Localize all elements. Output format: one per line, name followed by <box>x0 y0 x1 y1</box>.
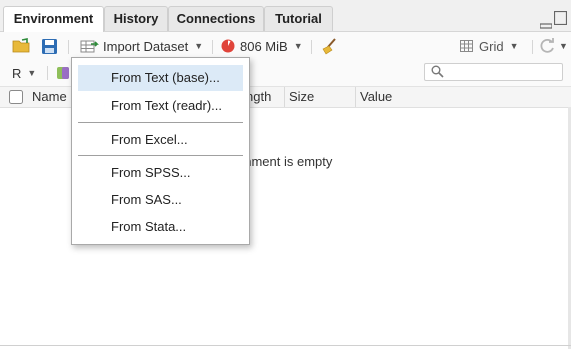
toolbar-separator <box>212 40 213 54</box>
save-icon[interactable] <box>41 32 58 60</box>
toolbar-separator <box>532 40 533 54</box>
refresh-icon[interactable]: ▼ <box>539 32 568 60</box>
menu-separator <box>78 122 243 123</box>
memory-usage-label: 806 MiB <box>240 38 288 54</box>
column-header-size[interactable]: Size <box>284 87 314 107</box>
import-dataset-label: Import Dataset <box>103 38 189 54</box>
open-folder-icon[interactable] <box>12 32 32 60</box>
toolbar-separator <box>47 66 48 80</box>
tab-tutorial[interactable]: Tutorial <box>264 6 333 31</box>
maximize-icon[interactable] <box>553 10 568 28</box>
menu-item-from-text-base[interactable]: From Text (base)... <box>78 65 243 91</box>
language-dropdown[interactable]: R ▼ <box>12 60 36 86</box>
memory-usage-dropdown[interactable]: 806 MiB ▼ <box>221 32 303 60</box>
menu-item-from-spss[interactable]: From SPSS... <box>78 160 243 186</box>
menu-separator <box>78 155 243 156</box>
view-grid-dropdown[interactable]: Grid ▼ <box>460 32 518 60</box>
search-input[interactable] <box>424 63 563 81</box>
empty-environment-message: onment is empty <box>237 154 333 169</box>
chevron-down-icon: ▼ <box>27 68 37 78</box>
column-header-name[interactable]: Name <box>28 87 67 107</box>
toolbar-separator <box>311 40 312 54</box>
menu-item-from-sas[interactable]: From SAS... <box>78 187 243 213</box>
environment-selector-icon[interactable] <box>56 60 70 86</box>
tab-history[interactable]: History <box>104 6 168 31</box>
bottom-border <box>0 345 571 346</box>
menu-item-from-stata[interactable]: From Stata... <box>78 214 243 240</box>
tab-environment[interactable]: Environment <box>3 6 104 32</box>
import-dataset-menu: From Text (base)... From Text (readr)...… <box>71 57 250 245</box>
menu-item-from-text-readr[interactable]: From Text (readr)... <box>78 93 243 119</box>
environment-pane: Environment History Connections Tutorial <box>0 0 571 349</box>
minimize-icon[interactable] <box>539 17 553 32</box>
import-dataset-icon <box>80 39 100 54</box>
select-all-checkbox[interactable] <box>9 90 23 107</box>
chevron-down-icon: ▼ <box>293 41 303 51</box>
language-label: R <box>12 65 22 81</box>
menu-item-from-excel[interactable]: From Excel... <box>78 127 243 153</box>
chevron-down-icon: ▼ <box>559 41 568 51</box>
tab-connections[interactable]: Connections <box>168 6 264 31</box>
import-dataset-dropdown[interactable]: Import Dataset ▼ <box>80 32 203 60</box>
toolbar-separator <box>68 40 69 54</box>
view-grid-label: Grid <box>479 38 504 54</box>
memory-pie-icon <box>221 39 235 53</box>
chevron-down-icon: ▼ <box>509 41 519 51</box>
column-header-value[interactable]: Value <box>355 87 392 107</box>
grid-icon <box>460 40 473 52</box>
search-icon <box>431 65 444 81</box>
chevron-down-icon: ▼ <box>194 41 204 51</box>
tab-bar: Environment History Connections Tutorial <box>0 0 571 32</box>
broom-icon[interactable] <box>320 32 338 60</box>
